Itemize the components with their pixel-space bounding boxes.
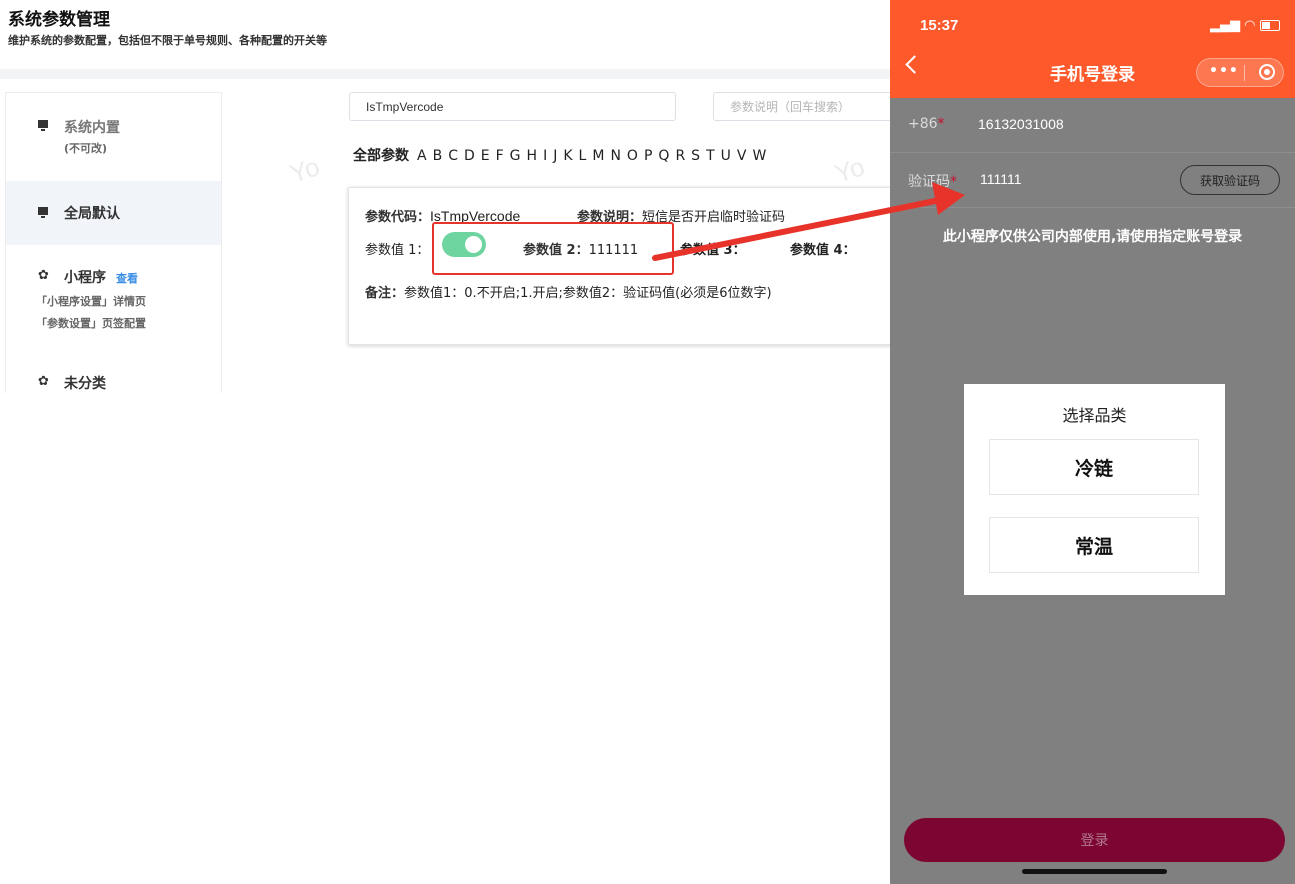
filter-letter[interactable]: P: [644, 148, 652, 164]
gear-icon: ✿: [38, 268, 49, 283]
page-title: 系统参数管理: [8, 10, 110, 30]
modal-title: 选择品类: [1062, 406, 1127, 425]
verify-code-label: 验证码*: [908, 171, 957, 191]
more-dots-icon[interactable]: •••: [1209, 63, 1239, 79]
param-remark-label: 备注：: [365, 286, 405, 301]
filter-letter[interactable]: E: [481, 148, 490, 164]
country-code: +86: [908, 116, 938, 132]
param-remark-value: 参数值1：0.不开启;1.开启;参数值2：验证码值(必须是6位数字): [404, 286, 772, 301]
filter-letter[interactable]: O: [627, 148, 638, 164]
login-button[interactable]: 登录: [904, 818, 1285, 862]
sidebar-item-uncategorized[interactable]: ✿ 未分类: [6, 365, 221, 395]
code-label-text: 验证码: [908, 174, 950, 190]
filter-letter[interactable]: B: [433, 148, 443, 164]
filter-letter[interactable]: M: [592, 148, 604, 164]
param-value3-label: 参数值 3：: [680, 243, 746, 258]
phone-number-row: +86* 16132031008: [890, 98, 1295, 153]
filter-letter[interactable]: N: [610, 148, 620, 164]
wifi-icon: ◠: [1244, 18, 1256, 33]
category-sidebar: 系统内置 (不可改) 全局默认 ✿ 小程序 查看 「小程序设置」详情页 「参数设置…: [5, 92, 222, 393]
sidebar-item-global-default[interactable]: 全局默认: [6, 181, 221, 245]
filter-letter[interactable]: Q: [658, 148, 669, 164]
header-divider: [0, 69, 890, 79]
status-time: 15:37: [920, 17, 959, 34]
home-indicator: [1022, 869, 1167, 874]
param-remark-row: 备注：参数值1：0.不开启;1.开启;参数值2：验证码值(必须是6位数字): [365, 282, 772, 301]
alphabet-filter: 全部参数 A B C D E F G H I J K L M N O P Q R S T U V W: [353, 145, 778, 165]
filter-letter[interactable]: A: [417, 148, 427, 164]
filter-all-params[interactable]: 全部参数: [353, 148, 409, 164]
sidebar-item-label: 系统内置: [64, 120, 120, 136]
required-star: *: [950, 174, 957, 190]
phone-prefix-label: +86*: [908, 116, 945, 132]
page-subtitle: 维护系统的参数配置，包括但不限于单号规则、各种配置的开关等: [8, 34, 327, 47]
filter-letter[interactable]: W: [752, 148, 766, 164]
param-code-input[interactable]: [349, 92, 676, 121]
gear-icon: ✿: [38, 374, 49, 389]
watermark: Yo: [830, 151, 869, 189]
sidebar-item-label: 全局默认: [64, 206, 120, 222]
verify-code-field[interactable]: 111111: [980, 171, 1022, 187]
filter-letter[interactable]: L: [579, 148, 587, 164]
filter-letter[interactable]: U: [721, 148, 731, 164]
filter-letter[interactable]: S: [691, 148, 700, 164]
filter-letter[interactable]: F: [496, 148, 504, 164]
filter-letter[interactable]: T: [706, 148, 715, 164]
sidebar-item-label: 未分类: [64, 376, 106, 392]
param-value1-label: 参数值 1：: [365, 243, 430, 258]
internal-use-notice: 此小程序仅供公司内部使用,请使用指定账号登录: [942, 229, 1243, 245]
filter-letter[interactable]: R: [675, 148, 685, 164]
sidebar-item-sub: (不可改): [64, 142, 108, 155]
param-value4-label: 参数值 4：: [790, 243, 856, 258]
param-code-label: 参数代码：: [365, 210, 431, 225]
sidebar-item-label: 小程序: [64, 270, 106, 286]
capsule-divider: [1244, 65, 1245, 81]
filter-letter[interactable]: V: [737, 148, 747, 164]
close-target-icon[interactable]: [1259, 64, 1275, 80]
phone-screen: 15:37 ▂▄▆ ◠ 手机号登录 ••• +86* 16132031008 验…: [890, 0, 1295, 884]
get-code-button[interactable]: 获取验证码: [1180, 165, 1280, 195]
miniprogram-capsule: •••: [1196, 58, 1284, 87]
sidebar-item-builtin[interactable]: 系统内置 (不可改): [6, 93, 221, 181]
signal-icon: ▂▄▆: [1210, 18, 1240, 33]
monitor-icon: [38, 120, 48, 131]
filter-letter[interactable]: G: [510, 148, 521, 164]
monitor-icon: [38, 207, 48, 218]
sidebar-item-sub: 「参数设置」页签配置: [36, 317, 146, 330]
filter-letter[interactable]: K: [563, 148, 572, 164]
watermark: Yo: [285, 151, 324, 189]
view-link[interactable]: 查看: [116, 272, 138, 285]
sidebar-item-sub: 「小程序设置」详情页: [36, 295, 146, 308]
filter-letter[interactable]: J: [553, 148, 557, 164]
category-picker-modal: 选择品类 冷链 常温: [964, 384, 1225, 595]
annotation-highlight-box: [432, 222, 674, 275]
filter-letter[interactable]: I: [543, 148, 547, 164]
status-icons: ▂▄▆ ◠: [1210, 18, 1280, 33]
phone-number-field[interactable]: 16132031008: [978, 116, 1064, 132]
param-desc-search-input[interactable]: [713, 92, 890, 121]
sidebar-item-miniprogram[interactable]: ✿ 小程序 查看 「小程序设置」详情页 「参数设置」页签配置: [6, 245, 221, 345]
filter-letter[interactable]: H: [527, 148, 538, 164]
filter-letter[interactable]: D: [464, 148, 475, 164]
option-cold-chain[interactable]: 冷链: [989, 439, 1199, 495]
admin-panel: 系统参数管理 维护系统的参数配置，包括但不限于单号规则、各种配置的开关等 系统内…: [0, 0, 890, 884]
option-normal-temp[interactable]: 常温: [989, 517, 1199, 573]
battery-icon: [1259, 20, 1280, 31]
required-star: *: [937, 116, 945, 132]
filter-letter[interactable]: C: [448, 148, 458, 164]
